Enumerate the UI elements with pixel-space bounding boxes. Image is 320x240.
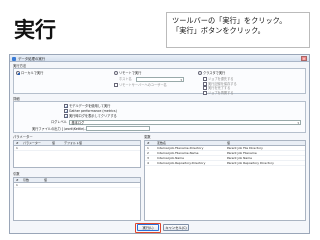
vars-col-index: # [147, 141, 150, 145]
callout-line-1: ツールバーの「実行」をクリック。 [172, 16, 287, 25]
slide-title: 実行 [14, 18, 56, 42]
log-level-label: ログレベル [51, 120, 67, 124]
remote-host-select[interactable]: ▾ [136, 76, 184, 82]
variables-heading: 変数 [144, 135, 151, 139]
args-col-name: 引数 [23, 178, 30, 182]
vars-col-value: 値 [227, 141, 231, 145]
cluster-check-2[interactable] [203, 81, 207, 86]
table-row[interactable]: 1 [14, 183, 140, 188]
radio-remote[interactable] [114, 71, 118, 75]
cluster-check-3-label: 実行を完了する [208, 86, 231, 90]
table-row[interactable]: 4 Internal.Job.Repository.Directory Pare… [145, 161, 305, 166]
row-index: 1 [147, 146, 149, 150]
variable-value: Parent Job File Directory [227, 146, 263, 150]
radio-local-label: ローカルで実行 [21, 71, 44, 75]
execute-dialog: データ処理の実行 ✕ 実行方法 ローカルで実行 リモートで実行 ホスト名 ▾ リ… [9, 54, 310, 234]
output-file-label: 実行ファイルの出力 [ \work\Kettle\...] [32, 126, 89, 131]
cluster-check-1-label: ジョブを優先する [208, 76, 234, 81]
params-heading: パラメーター [13, 135, 33, 139]
remote-server-check[interactable] [114, 83, 118, 87]
cluster-check-2-label: 実行記録を保存する [208, 81, 237, 86]
run-button-highlight [135, 222, 161, 233]
log-level-select[interactable]: 基本ログ ▾ [69, 119, 301, 125]
log-level-value: 基本ログ [71, 120, 85, 125]
args-col-value: 値 [44, 178, 48, 182]
option-check-3-label: 実行時ログを表示してクリアする [69, 114, 117, 118]
variable-value: Parent Job Name [227, 156, 252, 160]
cluster-check-4[interactable] [203, 90, 207, 95]
args-heading: 引数 [13, 172, 20, 176]
instruction-callout: ツールバーの「実行」をクリック。 「実行」ボタンをクリック。 [166, 12, 310, 48]
callout-line-2: 「実行」ボタンをクリック。 [172, 26, 265, 35]
cluster-check-1[interactable] [203, 76, 207, 81]
cancel-button[interactable]: キャンセル(C) [163, 224, 189, 231]
args-col-index: # [16, 178, 19, 182]
chevron-down-icon: ▾ [297, 120, 299, 125]
option-check-2[interactable] [64, 109, 68, 114]
params-col-default: デフォルト値 [64, 141, 83, 145]
table-row[interactable]: 1 [14, 146, 140, 151]
chevron-down-icon: ▾ [180, 77, 182, 82]
dialog-titlebar: データ処理の実行 ✕ [10, 55, 309, 62]
variables-table: # 変数名 値 1 Internal.Job.Filename.Director… [144, 140, 306, 221]
row-index: 2 [147, 151, 149, 155]
cluster-check-3[interactable] [203, 86, 207, 90]
row-index: 1 [16, 183, 18, 187]
dialog-title: データ処理の実行 [18, 56, 46, 61]
vars-col-name: 変数名 [157, 141, 167, 145]
option-check-1-label: モデルデータを使用して実行 [69, 104, 111, 108]
params-col-value: 値 [52, 141, 56, 145]
variable-name: Internal.Job.Repository.Directory [157, 161, 206, 165]
output-file-input[interactable] [86, 126, 150, 131]
variable-value: Parent Job Filename [227, 151, 257, 155]
variable-name: Internal.Job.Filename.Name [157, 151, 199, 155]
remote-host-label: ホスト名 [119, 77, 132, 81]
exec-target-group: ローカルで実行 リモートで実行 ホスト名 ▾ リモートサーバーへのユーザー名 ク… [13, 68, 306, 95]
remote-server-label: リモートサーバーへのユーザー名 [119, 83, 167, 87]
radio-cluster[interactable] [198, 71, 202, 75]
option-check-2-label: Gather performance (metrics) [69, 109, 117, 113]
close-icon[interactable]: ✕ [301, 56, 307, 61]
params-table: # パラメーター 値 デフォルト値 1 [13, 140, 141, 168]
cluster-check-4-label: ジョブを再開する [208, 90, 234, 95]
row-index: 4 [147, 161, 149, 165]
radio-cluster-label: クラスタで実行 [203, 71, 226, 75]
variable-value: Parent Job Repository Directory [227, 161, 274, 165]
variable-name: Internal.Job.Name [157, 156, 184, 160]
option-check-1[interactable] [64, 104, 68, 109]
options-group: モデルデータを使用して実行 Gather performance (metric… [13, 101, 306, 133]
args-table: # 引数 値 1 [13, 177, 141, 221]
row-index: 3 [147, 156, 149, 160]
option-check-3[interactable] [64, 114, 68, 119]
app-icon [12, 56, 16, 61]
params-col-index: # [16, 141, 19, 145]
params-col-name: パラメーター [23, 141, 41, 145]
variable-name: Internal.Job.Filename.Directory [157, 146, 204, 150]
radio-remote-label: リモートで実行 [119, 71, 142, 75]
row-index: 1 [16, 146, 18, 150]
radio-local[interactable] [16, 71, 20, 75]
